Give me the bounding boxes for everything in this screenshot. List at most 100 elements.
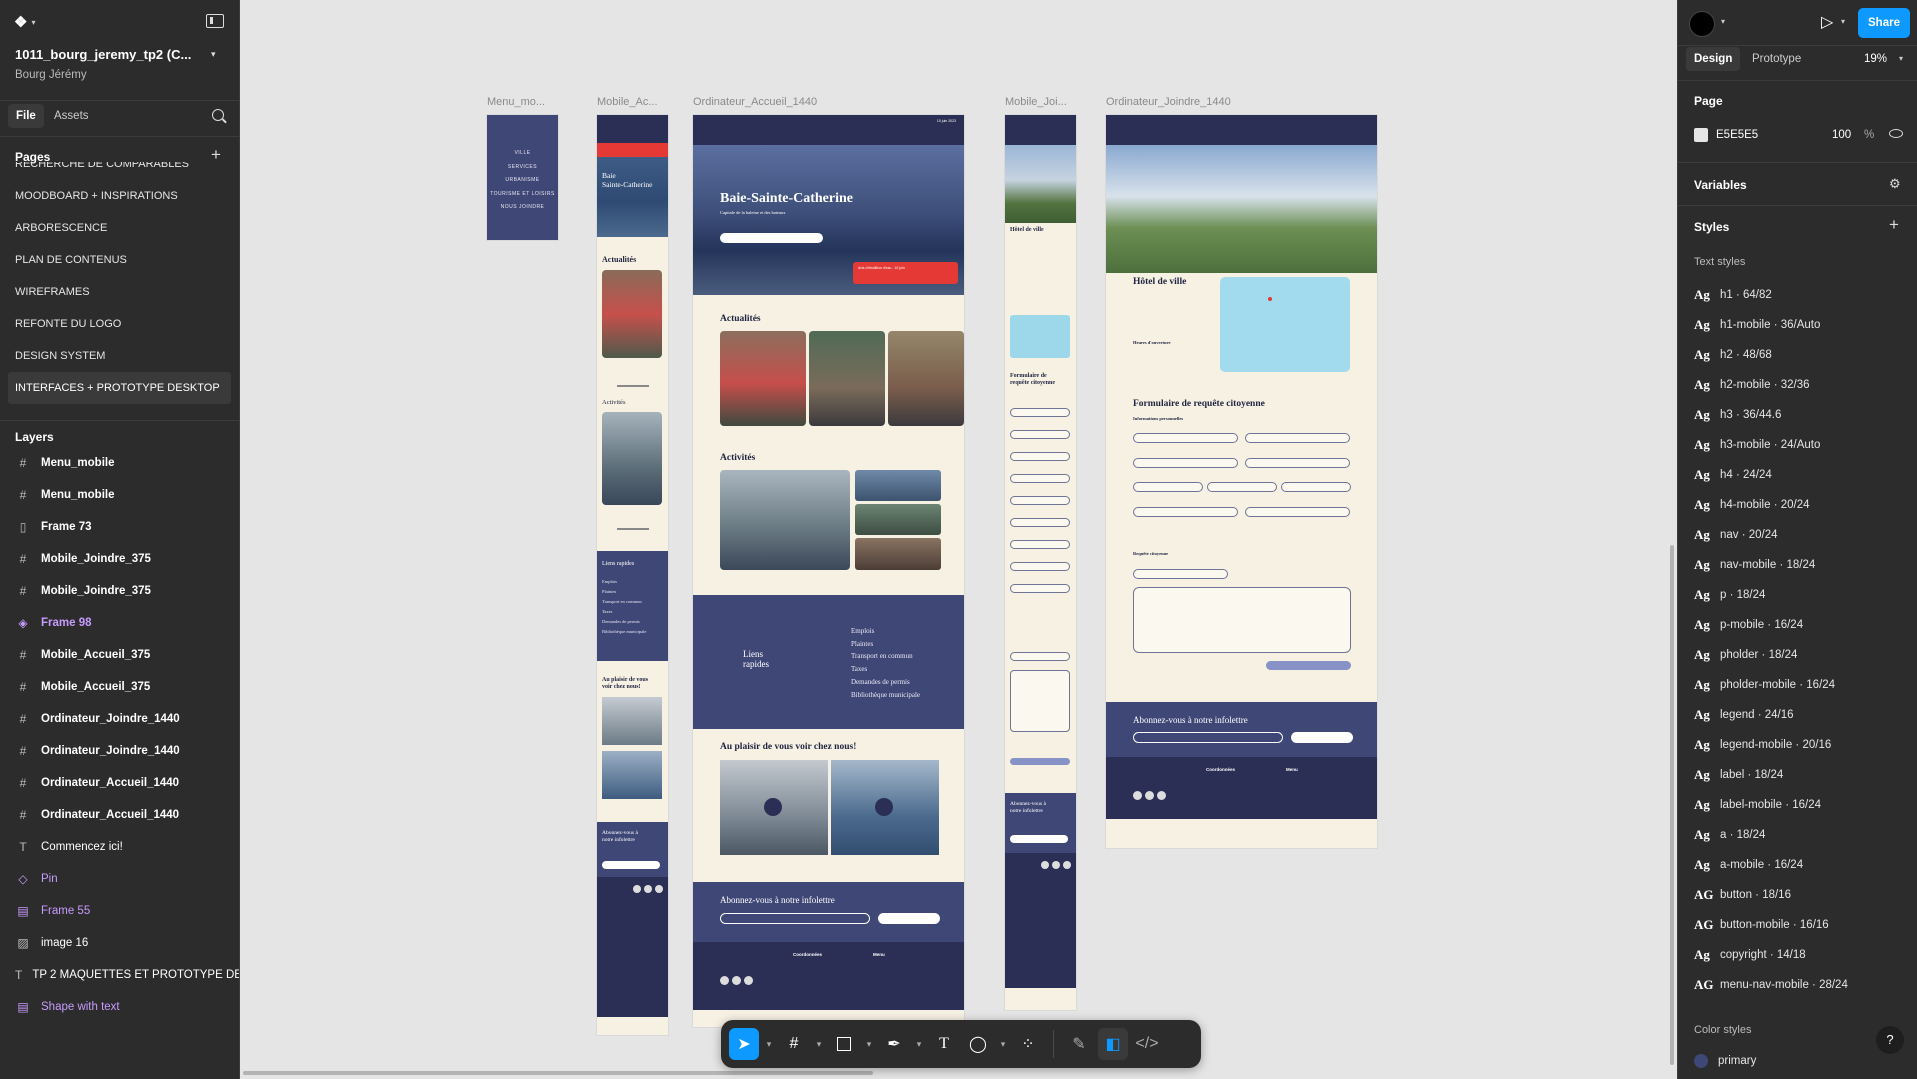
move-tool-button[interactable]: ➤	[729, 1028, 759, 1060]
text-style-item[interactable]: Ag legend-mobile · 20/16	[1678, 730, 1917, 760]
layer-row[interactable]: ▯ Frame 73	[0, 511, 239, 543]
layer-row-section[interactable]: ▤ Frame 55	[0, 895, 239, 927]
text-style-item[interactable]: Ag nav-mobile · 18/24	[1678, 550, 1917, 580]
layer-row[interactable]: ▨ image 16	[0, 927, 239, 959]
layer-row[interactable]: # Ordinateur_Accueil_1440	[0, 767, 239, 799]
frame-menu-mobile[interactable]: VILLE SERVICES URBANISME TOURISME ET LOI…	[487, 115, 558, 240]
text-style-item[interactable]: Ag h2 · 48/68	[1678, 340, 1917, 370]
shape-tool-button[interactable]	[829, 1028, 859, 1060]
vertical-scrollbar[interactable]	[1670, 545, 1674, 1065]
text-style-item[interactable]: Ag nav · 20/24	[1678, 520, 1917, 550]
sidebar-toggle-icon[interactable]	[206, 14, 224, 28]
tab-assets[interactable]: Assets	[54, 104, 89, 128]
page-item[interactable]: DESIGN SYSTEM	[0, 340, 239, 372]
layer-row[interactable]: # Mobile_Joindre_375	[0, 575, 239, 607]
text-style-item[interactable]: Ag h2-mobile · 32/36	[1678, 370, 1917, 400]
text-style-item[interactable]: Ag copyright · 14/18	[1678, 940, 1917, 970]
layer-row[interactable]: # Ordinateur_Joindre_1440	[0, 735, 239, 767]
zoom-level[interactable]: 19%	[1864, 53, 1887, 65]
text-style-item[interactable]: Ag a · 18/24	[1678, 820, 1917, 850]
add-style-plus-icon[interactable]: +	[1889, 215, 1899, 235]
present-play-icon[interactable]: ▷	[1821, 12, 1833, 32]
tab-prototype[interactable]: Prototype	[1752, 47, 1801, 71]
frame-label-ordinateur-joindre[interactable]: Ordinateur_Joindre_1440	[1106, 96, 1231, 108]
help-button[interactable]: ?	[1876, 1026, 1904, 1054]
frame-label-mobile-accueil[interactable]: Mobile_Ac...	[597, 96, 669, 108]
chevron-down-icon[interactable]: ▾	[997, 1039, 1009, 1050]
layer-row-component[interactable]: ◇ Pin	[0, 863, 239, 895]
file-name[interactable]: 1011_bourg_jeremy_tp2 (C...	[15, 47, 191, 62]
page-item[interactable]: WIREFRAMES	[0, 276, 239, 308]
text-style-item[interactable]: AG button · 18/16	[1678, 880, 1917, 910]
text-style-item[interactable]: Ag legend · 24/16	[1678, 700, 1917, 730]
main-menu-button[interactable]: ❖ ▾	[14, 12, 35, 32]
page-color-value[interactable]: E5E5E5	[1716, 129, 1758, 141]
chevron-down-icon[interactable]: ▾	[1841, 17, 1845, 26]
chevron-down-icon[interactable]: ▾	[913, 1039, 925, 1050]
file-menu-chevron-icon[interactable]: ▾	[211, 49, 216, 60]
chevron-down-icon[interactable]: ▾	[813, 1039, 825, 1050]
pen-tool-button[interactable]: ✒	[879, 1028, 909, 1060]
design-mode-button[interactable]: ◧	[1098, 1028, 1128, 1060]
text-style-item[interactable]: Ag h3 · 36/44.6	[1678, 400, 1917, 430]
page-item[interactable]: REFONTE DU LOGO	[0, 308, 239, 340]
text-style-item[interactable]: Ag h1 · 64/82	[1678, 280, 1917, 310]
text-tool-button[interactable]: T	[929, 1028, 959, 1060]
text-style-item[interactable]: Ag a-mobile · 16/24	[1678, 850, 1917, 880]
frame-label-ordinateur-accueil[interactable]: Ordinateur_Accueil_1440	[693, 96, 817, 108]
tab-file[interactable]: File	[8, 104, 44, 128]
color-style-item[interactable]: primary	[1694, 1054, 1756, 1068]
horizontal-scrollbar[interactable]	[243, 1071, 873, 1075]
variables-section-title[interactable]: Variables	[1694, 178, 1747, 192]
layer-row-section[interactable]: ▤ Shape with text	[0, 991, 239, 1023]
layer-row[interactable]: # Mobile_Joindre_375	[0, 543, 239, 575]
frame-label-menu-mobile[interactable]: Menu_mo...	[487, 96, 559, 108]
text-style-item[interactable]: Ag pholder · 18/24	[1678, 640, 1917, 670]
layer-row[interactable]: T Commencez ici!	[0, 831, 239, 863]
frame-ordinateur-joindre[interactable]: Hôtel de ville Heures d'ouverture Formul…	[1106, 115, 1377, 848]
avatar[interactable]	[1689, 11, 1715, 37]
page-item[interactable]: MOODBOARD + INSPIRATIONS	[0, 180, 239, 212]
page-opacity-value[interactable]: 100	[1832, 129, 1851, 141]
layer-row[interactable]: T TP 2 MAQUETTES ET PROTOTYPE DES	[0, 959, 239, 991]
frame-mobile-accueil[interactable]: Baie Sainte-Catherine Actualités Activité…	[597, 115, 668, 1035]
layer-row[interactable]: # Ordinateur_Accueil_1440	[0, 799, 239, 831]
layer-row[interactable]: # Mobile_Accueil_375	[0, 639, 239, 671]
text-style-item[interactable]: Ag h3-mobile · 24/Auto	[1678, 430, 1917, 460]
tab-design[interactable]: Design	[1686, 47, 1741, 71]
layer-row[interactable]: # Mobile_Accueil_375	[0, 671, 239, 703]
chevron-down-icon[interactable]: ▾	[863, 1039, 875, 1050]
text-style-item[interactable]: Ag h4-mobile · 20/24	[1678, 490, 1917, 520]
eye-icon[interactable]	[1889, 129, 1903, 138]
page-item[interactable]: PLAN DE CONTENUS	[0, 244, 239, 276]
dev-mode-button[interactable]: </>	[1132, 1028, 1162, 1060]
text-style-item[interactable]: AG button-mobile · 16/16	[1678, 910, 1917, 940]
frame-label-mobile-joindre[interactable]: Mobile_Joi...	[1005, 96, 1077, 108]
text-style-item[interactable]: Ag pholder-mobile · 16/24	[1678, 670, 1917, 700]
layer-row[interactable]: # Menu_mobile	[0, 479, 239, 511]
frame-ordinateur-accueil[interactable]: 10 juin 2023 Baie-Sainte-Catherine Capit…	[693, 115, 964, 1027]
page-item-active[interactable]: INTERFACES + PROTOTYPE DESKTOP	[8, 372, 231, 404]
text-style-item[interactable]: AG menu-nav-mobile · 28/24	[1678, 970, 1917, 1000]
text-style-item[interactable]: Ag label · 18/24	[1678, 760, 1917, 790]
resources-button[interactable]: ⁘	[1013, 1028, 1043, 1060]
draw-mode-button[interactable]: ✎	[1064, 1028, 1094, 1060]
canvas[interactable]: Menu_mo... Mobile_Ac... Ordinateur_Accue…	[240, 0, 1677, 1079]
text-style-item[interactable]: Ag p · 18/24	[1678, 580, 1917, 610]
page-item[interactable]: ARBORESCENCE	[0, 212, 239, 244]
share-button[interactable]: Share	[1858, 8, 1910, 38]
page-color-swatch[interactable]	[1694, 128, 1708, 142]
text-style-item[interactable]: Ag h1-mobile · 36/Auto	[1678, 310, 1917, 340]
layer-row[interactable]: # Ordinateur_Joindre_1440	[0, 703, 239, 735]
page-item[interactable]: RECHERCHE DE COMPARABLES	[0, 162, 239, 180]
layer-row[interactable]: # Menu_mobile	[0, 447, 239, 479]
chevron-down-icon[interactable]: ▾	[1721, 17, 1725, 26]
variables-settings-icon[interactable]: ⚙	[1889, 176, 1901, 192]
text-style-item[interactable]: Ag label-mobile · 16/24	[1678, 790, 1917, 820]
chevron-down-icon[interactable]: ▾	[763, 1039, 775, 1050]
comment-tool-button[interactable]: ◯	[963, 1028, 993, 1060]
layer-row-component[interactable]: ◈ Frame 98	[0, 607, 239, 639]
chevron-down-icon[interactable]: ▾	[1899, 54, 1903, 63]
frame-tool-button[interactable]: #	[779, 1028, 809, 1060]
text-style-item[interactable]: Ag p-mobile · 16/24	[1678, 610, 1917, 640]
